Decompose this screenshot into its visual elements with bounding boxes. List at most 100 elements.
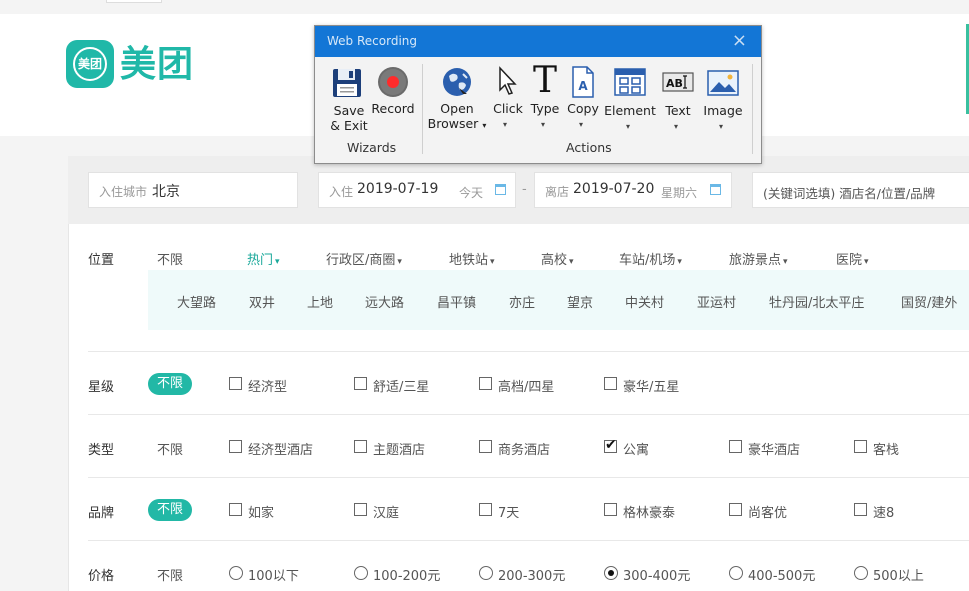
brand-option[interactable]: 尚客优: [748, 502, 787, 521]
type-button[interactable]: T Type ▾: [527, 60, 563, 136]
type-checkbox[interactable]: [229, 440, 242, 453]
chevron-down-icon: ▾: [541, 120, 546, 129]
star-option[interactable]: 经济型: [248, 376, 287, 395]
type-option[interactable]: 豪华酒店: [748, 439, 800, 458]
location-district-label: 行政区/商圈: [326, 253, 396, 268]
location-all[interactable]: 不限: [157, 249, 183, 268]
checkin-weekday: 今天: [459, 186, 484, 200]
location-attraction[interactable]: 旅游景点: [729, 249, 788, 268]
price-option[interactable]: 500以上: [873, 565, 924, 584]
type-option[interactable]: 经济型酒店: [248, 439, 313, 458]
checkin-field[interactable]: 入住 2019-07-19 今天: [318, 172, 516, 208]
brand-option[interactable]: 7天: [498, 502, 519, 521]
price-option[interactable]: 400-500元: [748, 565, 815, 584]
price-radio[interactable]: [854, 566, 868, 580]
location-college[interactable]: 高校: [541, 249, 574, 268]
keyword-input[interactable]: (关键词选填) 酒店名/位置/品牌: [752, 172, 969, 208]
browser-tab-stub[interactable]: [106, 0, 162, 3]
city-field[interactable]: 入住城市 北京: [88, 172, 298, 208]
hot-area-item[interactable]: 望京: [567, 292, 593, 311]
image-button[interactable]: Image ▾: [701, 66, 745, 136]
type-checkbox[interactable]: [854, 440, 867, 453]
price-option[interactable]: 200-300元: [498, 565, 565, 584]
price-all[interactable]: 不限: [157, 565, 183, 584]
row-divider: [88, 414, 969, 415]
star-option[interactable]: 豪华/五星: [623, 376, 679, 395]
star-checkbox[interactable]: [229, 377, 242, 390]
save-exit-button[interactable]: Save & Exit: [329, 66, 368, 136]
brand-checkbox[interactable]: [729, 503, 742, 516]
type-all[interactable]: 不限: [157, 439, 183, 458]
hot-area-item[interactable]: 大望路: [177, 292, 216, 311]
type-option[interactable]: 公寓: [623, 439, 649, 458]
price-option[interactable]: 300-400元: [623, 565, 690, 584]
record-label: Record: [371, 101, 415, 116]
type-option[interactable]: 主题酒店: [373, 439, 425, 458]
location-hot[interactable]: 热门: [247, 249, 280, 268]
hot-area-item[interactable]: 双井: [249, 292, 275, 311]
star-checkbox[interactable]: [479, 377, 492, 390]
brand-option[interactable]: 速8: [873, 502, 894, 521]
type-option[interactable]: 商务酒店: [498, 439, 550, 458]
brand-option[interactable]: 格林豪泰: [623, 502, 675, 521]
price-option[interactable]: 100-200元: [373, 565, 440, 584]
checkout-field[interactable]: 离店 2019-07-20 星期六: [534, 172, 732, 208]
type-checkbox-checked[interactable]: [604, 437, 617, 453]
row-divider: [88, 540, 969, 541]
location-subway-label: 地铁站: [449, 253, 489, 268]
brand-checkbox[interactable]: [354, 503, 367, 516]
actions-group-label: Actions: [566, 140, 612, 155]
hot-area-item[interactable]: 亦庄: [509, 292, 535, 311]
type-checkbox[interactable]: [729, 440, 742, 453]
close-icon[interactable]: ×: [732, 30, 747, 51]
brand-option[interactable]: 如家: [248, 502, 274, 521]
hot-area-item[interactable]: 亚运村: [697, 292, 736, 311]
brand-option[interactable]: 汉庭: [373, 502, 399, 521]
click-label: Click: [493, 101, 523, 116]
location-subway[interactable]: 地铁站: [449, 249, 495, 268]
location-station[interactable]: 车站/机场: [619, 249, 682, 268]
chevron-down-icon: ▾: [482, 121, 487, 130]
copy-document-icon: A: [572, 66, 594, 98]
open-browser-button[interactable]: Open Browser ▾: [427, 66, 487, 136]
brand-checkbox[interactable]: [229, 503, 242, 516]
hot-area-item[interactable]: 中关村: [625, 292, 664, 311]
star-option[interactable]: 高档/四星: [498, 376, 554, 395]
brand-checkbox[interactable]: [604, 503, 617, 516]
star-checkbox[interactable]: [604, 377, 617, 390]
copy-button[interactable]: A Copy ▾: [565, 66, 601, 136]
brand-all-pill[interactable]: 不限: [148, 499, 193, 521]
chevron-down-icon: ▾: [719, 122, 724, 131]
type-checkbox[interactable]: [479, 440, 492, 453]
text-button[interactable]: AB Text ▾: [659, 66, 697, 136]
hot-area-item[interactable]: 牡丹园/北太平庄: [769, 292, 864, 311]
type-option[interactable]: 客栈: [873, 439, 899, 458]
hot-area-item[interactable]: 上地: [307, 292, 333, 311]
price-option[interactable]: 100以下: [248, 565, 299, 584]
price-radio[interactable]: [479, 566, 493, 580]
location-hot-label: 热门: [247, 253, 274, 268]
price-radio[interactable]: [354, 566, 368, 580]
location-hospital-label: 医院: [836, 253, 863, 268]
element-button[interactable]: Element ▾: [603, 66, 657, 136]
price-radio[interactable]: [729, 566, 743, 580]
price-radio-checked[interactable]: [604, 566, 618, 580]
record-button[interactable]: Record: [369, 66, 417, 136]
meituan-logo-icon[interactable]: 美团: [66, 40, 114, 88]
price-radio[interactable]: [229, 566, 243, 580]
location-district[interactable]: 行政区/商圈: [326, 249, 402, 268]
logo-text[interactable]: 美团: [120, 41, 194, 89]
type-t-icon: T: [532, 60, 557, 101]
hot-area-item[interactable]: 国贸/建外: [901, 292, 957, 311]
hot-area-item[interactable]: 昌平镇: [437, 292, 476, 311]
hot-area-item[interactable]: 远大路: [365, 292, 404, 311]
dialog-titlebar[interactable]: Web Recording ×: [315, 26, 761, 57]
star-all-pill[interactable]: 不限: [148, 373, 193, 395]
type-checkbox[interactable]: [354, 440, 367, 453]
star-checkbox[interactable]: [354, 377, 367, 390]
click-button[interactable]: Click ▾: [491, 66, 525, 136]
star-option[interactable]: 舒适/三星: [373, 376, 429, 395]
brand-checkbox[interactable]: [854, 503, 867, 516]
location-hospital[interactable]: 医院: [836, 249, 869, 268]
brand-checkbox[interactable]: [479, 503, 492, 516]
